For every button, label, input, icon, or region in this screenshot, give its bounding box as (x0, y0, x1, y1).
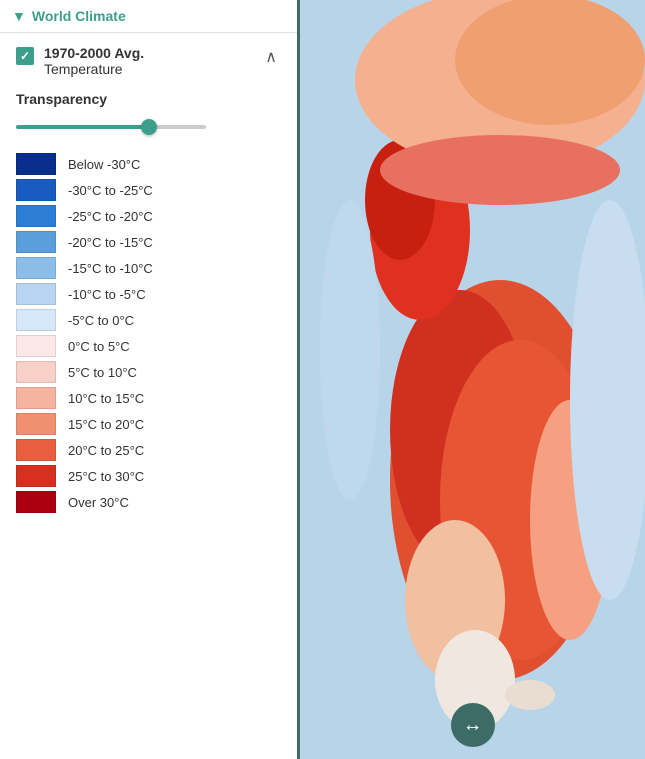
legend-label-text: 15°C to 20°C (68, 417, 144, 432)
layer-checkbox[interactable] (16, 47, 34, 65)
layer-checkbox-container (16, 47, 34, 65)
legend-color-swatch (16, 387, 56, 409)
sidebar: ▼ World Climate 1970-2000 Avg. Temperatu… (0, 0, 300, 759)
legend-color-swatch (16, 361, 56, 383)
legend-color-swatch (16, 439, 56, 461)
legend-label-text: 0°C to 5°C (68, 339, 130, 354)
legend-item: -5°C to 0°C (16, 309, 281, 331)
legend-color-swatch (16, 335, 56, 357)
legend-item: -15°C to -10°C (16, 257, 281, 279)
legend-color-swatch (16, 205, 56, 227)
legend-item: -30°C to -25°C (16, 179, 281, 201)
legend-color-swatch (16, 413, 56, 435)
legend-label-text: Below -30°C (68, 157, 140, 172)
map-svg (300, 0, 645, 759)
legend-label-text: -20°C to -15°C (68, 235, 153, 250)
legend-label-text: -15°C to -10°C (68, 261, 153, 276)
legend-color-swatch (16, 257, 56, 279)
legend-item: Below -30°C (16, 153, 281, 175)
legend-label-text: -10°C to -5°C (68, 287, 146, 302)
legend-item: 0°C to 5°C (16, 335, 281, 357)
legend-item: -25°C to -20°C (16, 205, 281, 227)
legend-item: -20°C to -15°C (16, 231, 281, 253)
legend-section: Below -30°C -30°C to -25°C -25°C to -20°C -… (16, 153, 281, 529)
legend-label-text: -25°C to -20°C (68, 209, 153, 224)
collapse-button[interactable]: ∧ (261, 47, 281, 67)
legend-label-text: 5°C to 10°C (68, 365, 137, 380)
transparency-section: Transparency (16, 91, 281, 137)
transparency-slider[interactable] (16, 125, 206, 129)
legend-color-swatch (16, 309, 56, 331)
legend-color-swatch (16, 153, 56, 175)
legend-label-text: -5°C to 0°C (68, 313, 134, 328)
layer-header: 1970-2000 Avg. Temperature ∧ (16, 45, 281, 77)
legend-item: 5°C to 10°C (16, 361, 281, 383)
layer-title-row: 1970-2000 Avg. Temperature (16, 45, 144, 77)
legend-item: 25°C to 30°C (16, 465, 281, 487)
chevron-down-icon[interactable]: ▼ (12, 8, 26, 24)
legend-item: 10°C to 15°C (16, 387, 281, 409)
legend-label-text: 10°C to 15°C (68, 391, 144, 406)
sidebar-title: World Climate (32, 8, 126, 24)
legend-color-swatch (16, 491, 56, 513)
layer-name-sub: Temperature (44, 61, 144, 77)
legend-color-swatch (16, 465, 56, 487)
sidebar-header[interactable]: ▼ World Climate (0, 0, 297, 33)
layer-section: 1970-2000 Avg. Temperature ∧ Transparenc… (0, 33, 297, 541)
slider-container (16, 117, 281, 137)
legend-label-text: -30°C to -25°C (68, 183, 153, 198)
legend-item: Over 30°C (16, 491, 281, 513)
legend-label-text: 25°C to 30°C (68, 469, 144, 484)
legend-label-text: Over 30°C (68, 495, 129, 510)
legend-item: 20°C to 25°C (16, 439, 281, 461)
legend-color-swatch (16, 283, 56, 305)
map-area (300, 0, 645, 759)
legend-color-swatch (16, 179, 56, 201)
layer-name-main: 1970-2000 Avg. (44, 45, 144, 61)
transparency-label: Transparency (16, 91, 281, 107)
layer-name: 1970-2000 Avg. Temperature (44, 45, 144, 77)
legend-item: 15°C to 20°C (16, 413, 281, 435)
map-toggle-button[interactable] (451, 703, 495, 747)
legend-label-text: 20°C to 25°C (68, 443, 144, 458)
legend-item: -10°C to -5°C (16, 283, 281, 305)
legend-color-swatch (16, 231, 56, 253)
